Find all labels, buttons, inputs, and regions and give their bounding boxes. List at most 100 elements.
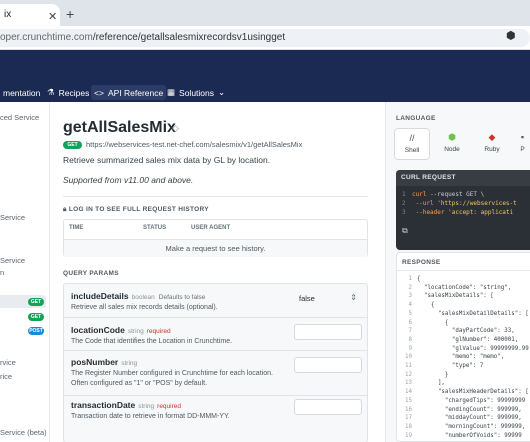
close-icon[interactable]: ✕: [48, 10, 57, 23]
column-header: USER AGENT: [191, 225, 231, 231]
lock-icon: 🔒︎: [63, 206, 67, 213]
browser-tab[interactable]: ix ✕: [0, 4, 60, 26]
sidebar-item[interactable]: n: [0, 268, 4, 277]
code-line: 15 "chargedTips": 99999999: [401, 398, 525, 404]
code-text: "type": 7: [417, 363, 484, 369]
new-tab-icon[interactable]: +: [66, 6, 74, 22]
ruby-icon: ◆: [488, 132, 496, 142]
site-header: [0, 50, 530, 82]
include-details-select[interactable]: false ⇕: [294, 291, 362, 307]
chevron-down-icon: ⌄: [218, 87, 226, 97]
code-text: ],: [417, 380, 445, 387]
code-panel: LANGUAGE // Shell ⬢ Node ◆ Ruby ▪ P CURL…: [385, 102, 530, 442]
language-node[interactable]: ⬢ Node: [434, 128, 470, 160]
code-text: "endingCount": 999999,: [417, 406, 522, 413]
method-badge-get: GET: [28, 313, 44, 321]
code-line: 4 {: [401, 302, 435, 309]
code-line: 2 "locationCode": "string",: [401, 284, 512, 291]
nav-documentation[interactable]: mentation: [0, 85, 43, 100]
code-text: "chargedTips": 99999999: [417, 397, 526, 404]
language-label: Shell: [404, 147, 420, 154]
param-name: posNumber string: [71, 357, 137, 367]
code-line: 19 "numberOfVoids": 99999: [401, 433, 522, 439]
code-text: "salesMixDetailDetails": [: [417, 310, 529, 317]
code-line: 3 --header 'accept: applicati: [402, 209, 513, 216]
nav-solutions[interactable]: ▦ Solutions ⌄: [164, 85, 228, 100]
line-number: 16: [405, 406, 412, 413]
address-bar: oper.crunchtime.com/reference/getallsale…: [0, 26, 530, 50]
line-number: 12: [405, 371, 412, 378]
node-icon: ⬢: [448, 132, 456, 142]
line-number: 9: [408, 345, 413, 352]
language-shell[interactable]: // Shell: [394, 128, 430, 160]
line-number: 1: [402, 191, 406, 198]
nav-label: Recipes: [58, 87, 90, 98]
line-number: 14: [405, 389, 412, 396]
response-header: RESPONSE: [397, 253, 530, 271]
sidebar: ced Service Service Service n GET GET PO…: [0, 102, 50, 442]
param-required: required: [157, 403, 182, 410]
log-header-label: LOG IN TO SEE FULL REQUEST HISTORY: [68, 206, 209, 213]
line-number: 19: [405, 432, 412, 439]
sidebar-item[interactable]: rice: [0, 372, 12, 381]
sidebar-item[interactable]: ced Service: [0, 113, 39, 122]
param-type: string: [127, 328, 144, 335]
sidebar-item[interactable]: Service (beta): [0, 428, 47, 437]
param-name-text: transactionDate: [71, 400, 136, 410]
line-number: 3: [408, 293, 413, 300]
nav-label: Solutions: [179, 87, 214, 98]
bookmark-icon[interactable]: ◇: [172, 123, 179, 134]
param-type: boolean: [131, 294, 155, 301]
grid-icon: ▦: [167, 87, 176, 97]
location-code-input[interactable]: [294, 324, 362, 340]
nav-recipes[interactable]: ⚗ Recipes: [44, 85, 92, 100]
language-ruby[interactable]: ◆ Ruby: [474, 128, 510, 160]
transaction-date-input[interactable]: [294, 399, 362, 415]
param-row: locationCode string required The Code that…: [64, 318, 367, 351]
sidebar-item[interactable]: Service: [0, 256, 25, 265]
param-description: The Register Number configured in Crunch…: [71, 370, 273, 387]
line-number: 1: [408, 276, 413, 282]
method-badge: GET: [63, 141, 82, 149]
sidebar-item[interactable]: Service: [0, 213, 25, 222]
select-value: false: [299, 294, 315, 303]
curl-header: CURL REQUEST: [396, 170, 530, 186]
sidebar-item[interactable]: rvice: [0, 358, 16, 367]
line-number: 8: [408, 336, 413, 343]
line-number: 6: [408, 319, 413, 326]
line-number: 17: [405, 415, 412, 422]
endpoint-url: https://webservices-test.net-chef.com/sa…: [86, 140, 303, 149]
code-line: 18 "morningCount": 999999,: [401, 424, 525, 430]
code-text: {: [417, 276, 421, 282]
line-number: 10: [405, 354, 412, 361]
page-title: getAllSalesMix: [63, 119, 176, 136]
pos-number-input[interactable]: [294, 357, 362, 373]
language-more[interactable]: ▪ P: [514, 128, 530, 160]
code-keyword: curl: [412, 191, 431, 198]
language-header: LANGUAGE: [396, 115, 436, 122]
nav-api-reference[interactable]: <> API Reference: [91, 85, 167, 100]
column-header: STATUS: [143, 225, 167, 231]
log-header[interactable]: 🔒︎ LOG IN TO SEE FULL REQUEST HISTORY: [63, 206, 209, 214]
url-field[interactable]: oper.crunchtime.com/reference/getallsale…: [0, 29, 530, 47]
line-number: 2: [408, 284, 413, 291]
language-label: Ruby: [484, 146, 500, 153]
code-line: 6 {: [401, 319, 449, 326]
tab-title: ix: [4, 9, 12, 20]
param-name-text: locationCode: [71, 325, 125, 335]
code-keyword: --url: [412, 200, 438, 207]
copy-icon[interactable]: ⧉: [402, 226, 408, 236]
shell-icon: //: [409, 133, 415, 143]
section-header: QUERY PARAMS: [63, 270, 119, 277]
language-icon: ▪: [520, 132, 525, 142]
empty-state: Make a request to see history.: [64, 239, 367, 257]
line-number: 4: [408, 302, 413, 309]
code-line: 14 "salesMixHeaderDetails": [: [401, 389, 529, 395]
param-required: required: [146, 328, 171, 335]
code-text: "dayPartCode": 33,: [417, 328, 515, 335]
code-line: 7 "dayPartCode": 33,: [401, 328, 515, 334]
line-number: 2: [402, 200, 406, 207]
extension-icon[interactable]: ⬢: [506, 29, 516, 42]
code-text: {: [417, 302, 435, 309]
param-description: Retrieve all sales mix records details (…: [71, 304, 218, 311]
